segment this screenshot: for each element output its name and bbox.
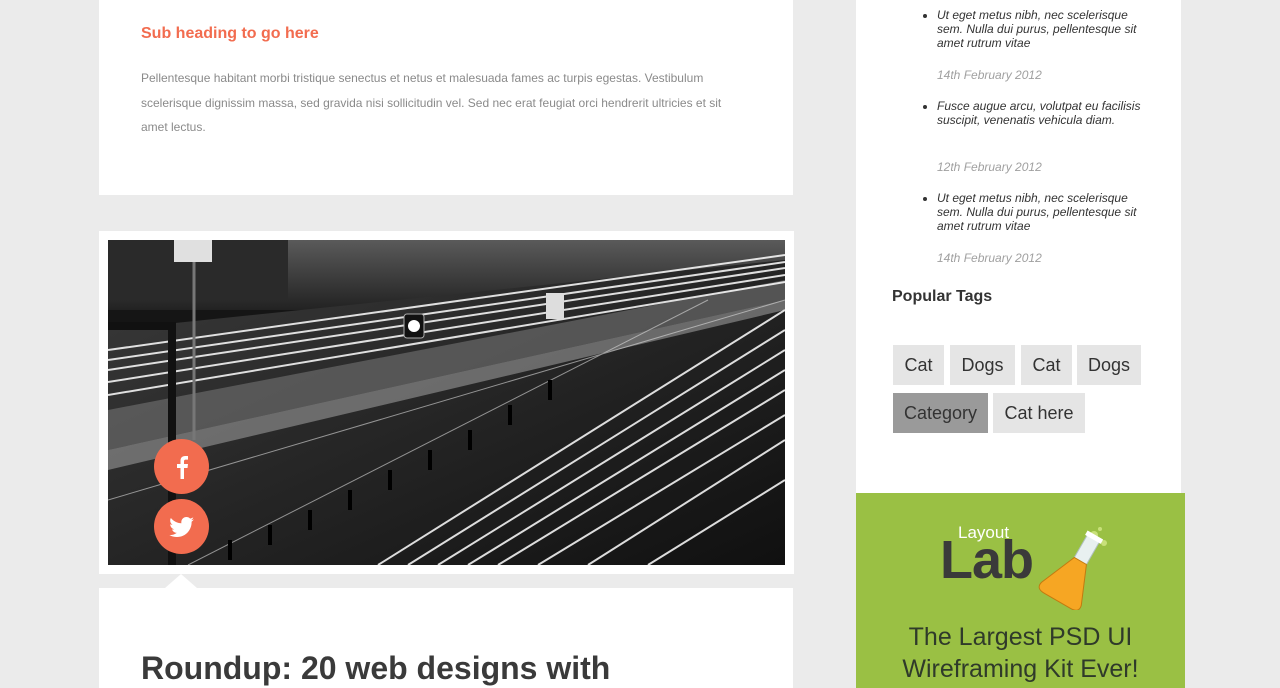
ad-headline-line1: The Largest PSD UI (908, 623, 1133, 651)
news-item[interactable]: Ut eget metus nibh, nec scelerisque sem.… (923, 191, 1157, 233)
tag-dogs[interactable]: Dogs (1077, 345, 1141, 385)
facebook-icon (176, 455, 188, 479)
twitter-share-button[interactable] (154, 499, 209, 554)
post-paragraph: Pellentesque habitant morbi tristique se… (141, 71, 722, 134)
post-card-top: Sub heading to go here Pellentesque habi… (99, 0, 793, 195)
post-card-bottom: Roundup: 20 web designs with (99, 588, 793, 688)
tag-category[interactable]: Category (893, 393, 988, 433)
tag-cat-here[interactable]: Cat here (993, 393, 1085, 433)
flask-icon (1038, 527, 1107, 610)
tag-cat[interactable]: Cat (1021, 345, 1072, 385)
ad-headline-line2: Wireframing Kit Ever! (902, 655, 1139, 683)
post-title[interactable]: Roundup: 20 web designs with (141, 650, 610, 687)
news-item[interactable]: Fusce augue arcu, volutpat eu facilisis … (923, 99, 1157, 127)
post-subheading: Sub heading to go here (141, 25, 319, 42)
tag-cat[interactable]: Cat (893, 345, 944, 385)
ad-logo-small: Layout (958, 523, 1010, 542)
tag-dogs[interactable]: Dogs (950, 345, 1015, 385)
featured-image[interactable] (108, 240, 785, 565)
news-item[interactable]: Ut eget metus nibh, nec scelerisque sem.… (923, 8, 1157, 50)
news-date: 12th February 2012 (937, 160, 1042, 174)
sidebar: Ut eget metus nibh, nec scelerisque sem.… (856, 0, 1181, 493)
twitter-icon (168, 516, 194, 537)
news-date: 14th February 2012 (937, 251, 1042, 265)
card-pointer (165, 574, 197, 588)
layout-lab-ad-banner[interactable]: Lab Layout The Largest PSD UI Wireframin… (856, 493, 1185, 688)
facebook-share-button[interactable] (154, 439, 209, 494)
popular-tags-heading: Popular Tags (892, 288, 993, 305)
news-date: 14th February 2012 (937, 68, 1042, 82)
